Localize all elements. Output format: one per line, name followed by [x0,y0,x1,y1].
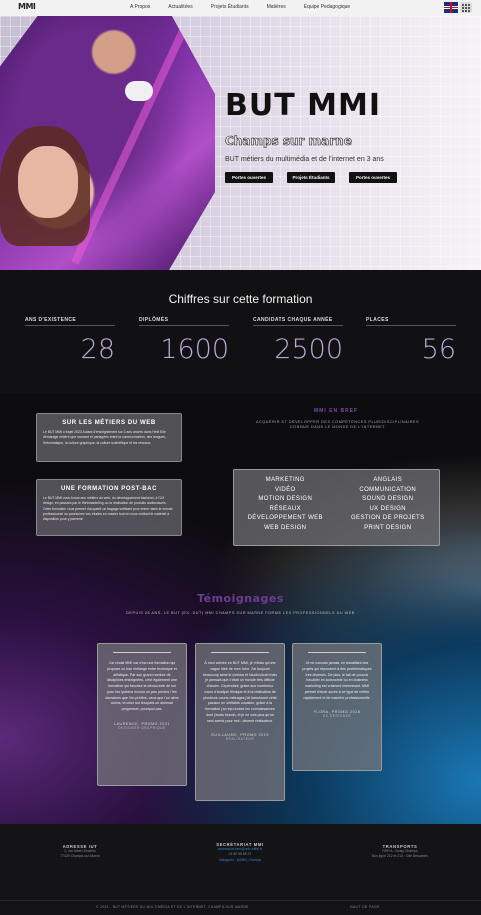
skill-item: PRINT DESIGN [364,524,412,531]
top-nav: MMI A Propos Actualitées Projets Étudian… [0,0,481,16]
stat-value: 1600 [160,334,229,365]
testimonial-text: Je ne connais jamais, en travaillant des… [302,661,372,700]
stats-section: Chiffres sur cette formation ANS D'EXIST… [0,270,481,394]
hero-description: BUT métiers du multimédia et de l'intern… [225,156,384,163]
footer-instagram-link[interactable]: Instagram : @MMI_Champs [180,858,300,863]
footer-copyright: © 2023 - BUT MÉTIERS DU MULTIMÉDIA ET DE… [96,905,249,909]
portes-ouvertes-button[interactable]: Portes ouvertes [225,172,273,183]
nav-link-matieres[interactable]: Matières [267,4,286,10]
stats-title: Chiffres sur cette formation [168,292,313,306]
footer-transports: TRANSPORTS RER A - Noisy-Champs Bus lign… [340,844,460,860]
hero-photo [0,16,215,270]
footer-divider [0,900,481,901]
testimonials-subtitle: DEPUIS 28 ANS, LE BUT (EX. DUT) MMI CHAM… [126,611,355,615]
testimonial-card-1: J'ai choisi MMI car c'est une formation … [97,643,187,786]
skill-item: SOUND DESIGN [362,496,414,503]
nav-link-actualites[interactable]: Actualitées [168,4,192,10]
stat-diplomes: DIPLÔMÉS 1600 [139,317,229,365]
skill-item: UX DESIGN [369,505,407,512]
card-title: SUR LES MÉTIERS DU WEB [62,420,156,426]
nav-link-equipe[interactable]: Equipe Pedagogique [304,4,350,10]
nav-link-projets[interactable]: Projets Étudiants [211,4,249,10]
stat-label: DIPLÔMÉS [139,317,229,326]
testimonial-role: RÉALISATEUR [225,737,255,742]
stat-label: ANS D'EXISTENCE [25,317,115,326]
testimonials-title: Témoignages [197,592,284,605]
hero-subtitle: Champs sur marne [225,134,352,149]
testimonial-text: J'ai choisi MMI car c'est une formation … [105,661,179,711]
skill-item: GESTION DE PROJETS [350,515,425,522]
card-text: Le BUT MMI vous forme aux métiers du web… [43,496,173,522]
skill-item: MOTION DESIGN [258,496,313,503]
about-section: SUR LES MÉTIERS DU WEB Le BUT MMI a traj… [0,394,481,824]
projets-etudiants-button[interactable]: Projets Étudiants [287,172,335,183]
card-title: UNE FORMATION POST-BAC [60,486,158,492]
card-metiers-web: SUR LES MÉTIERS DU WEB Le BUT MMI a traj… [36,413,182,462]
stat-ans: ANS D'EXISTENCE 28 [25,317,115,365]
skill-item: MARKETING [265,477,305,483]
testimonial-text: À mon arrivée en BUT MMI, je n'étais qu'… [203,661,278,723]
skill-item: WEB DESIGN [264,524,307,531]
mmi-en-bref-description: ACQUÉRIR ET DÉVELOPPER DES COMPÉTENCES P… [255,420,420,430]
stat-value: 2500 [274,334,343,365]
mmi-en-bref-title: MMI EN BREF [314,408,359,414]
stat-label: PLACES [366,317,456,326]
hero-buttons: Portes ouvertes Projets Étudiants Portes… [225,172,397,183]
testimonial-role: DESIGNER GRAPHIQUE [118,725,166,730]
footer-secretariat: SECRÉTARIAT MMI secretariat.mmi@univ-eif… [180,842,300,863]
skills-right: ANGLAIS COMMUNICATION SOUND DESIGN UX DE… [337,470,440,545]
card-post-bac: UNE FORMATION POST-BAC Le BUT MMI vous f… [36,479,182,536]
footer-address: ADRESSE IUT 2, rue Albert Einstein 77420… [20,844,140,860]
footer-line: 77420 Champs-sur-Marne [60,854,100,859]
uk-flag-icon[interactable] [444,2,458,13]
portes-ouvertes-button-2[interactable]: Portes ouvertes [349,172,397,183]
footer-line: Bus ligne 212 et 213 : Cité Descartes [372,854,428,859]
nav-links: A Propos Actualitées Projets Étudiants M… [130,4,368,10]
skills-box: MARKETING VIDÉO MOTION DESIGN RÉSEAUX DÉ… [233,469,440,546]
skill-item: RÉSEAUX [269,505,301,512]
skills-left: MARKETING VIDÉO MOTION DESIGN RÉSEAUX DÉ… [234,470,337,545]
testimonial-role: UX DESIGNER [322,714,352,719]
back-to-top-link[interactable]: HAUT DE PAGE [350,905,380,909]
grid-menu-icon[interactable] [460,2,472,13]
mmi-logo[interactable]: MMI [18,2,42,14]
stat-candidats: CANDIDATS CHAQUE ANNÉE 2500 [253,317,343,365]
stat-places: PLACES 56 [366,317,456,365]
stat-label: CANDIDATS CHAQUE ANNÉE [253,317,343,326]
skill-item: ANGLAIS [373,477,403,483]
footer: ADRESSE IUT 2, rue Albert Einstein 77420… [0,824,481,915]
skill-item: VIDÉO [274,486,296,493]
skill-item: COMMUNICATION [359,486,417,493]
nav-link-a-propos[interactable]: A Propos [130,4,150,10]
stat-value: 56 [421,334,456,365]
skill-item: DÉVELOPPEMENT WEB [247,515,323,522]
hero-title: BUT MMI [225,88,382,123]
card-text: Le BUT MMI a trajet 2023 Autant d'enseig… [43,430,166,445]
gamepad-icon [125,81,153,101]
testimonial-card-3: Je ne connais jamais, en travaillant des… [292,643,382,771]
hero-section: BUT MMI Champs sur marne BUT métiers du … [0,16,481,270]
testimonial-card-2: À mon arrivée en BUT MMI, je n'étais qu'… [195,643,285,801]
stat-value: 28 [80,334,115,365]
